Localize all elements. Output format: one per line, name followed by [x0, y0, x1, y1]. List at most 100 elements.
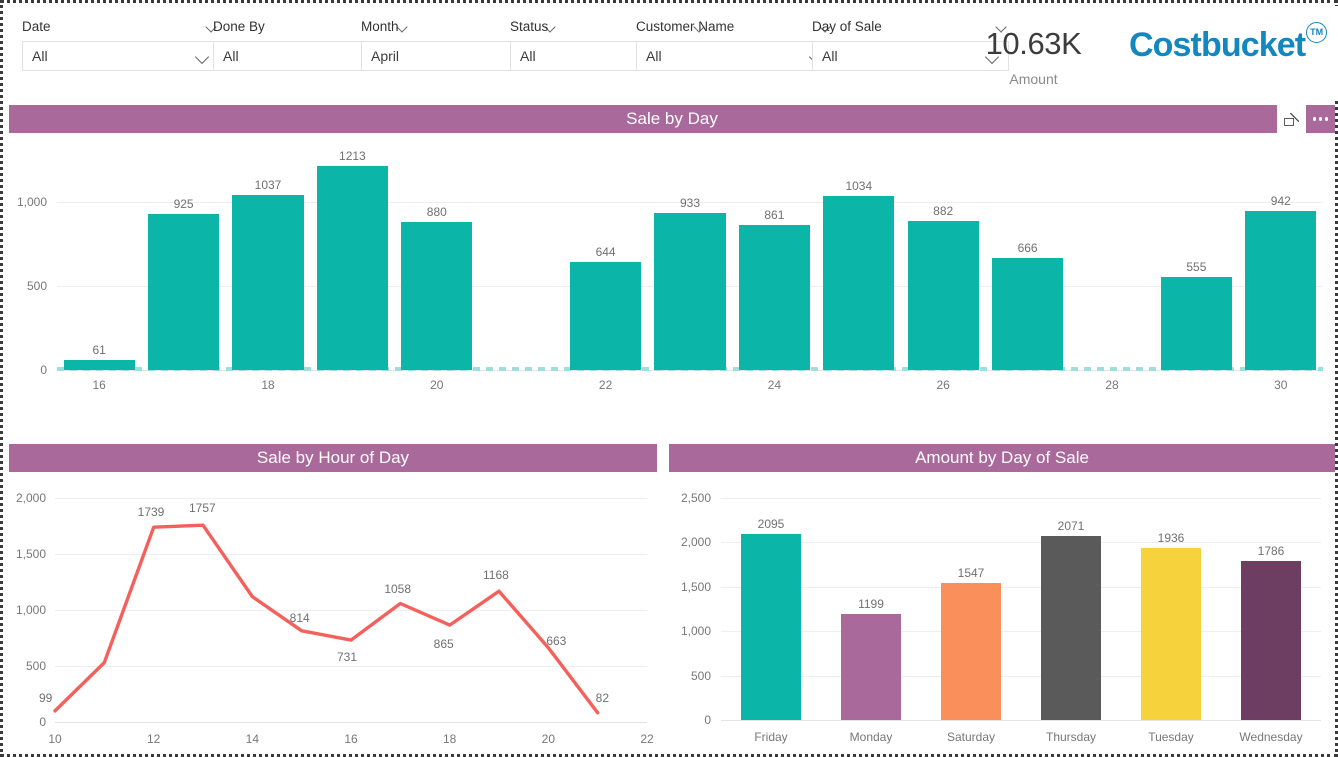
report-header: Date All Done By All Month April Status All …	[6, 6, 1338, 101]
slicer-customer-name[interactable]: Customer Name All	[636, 14, 833, 71]
logo-wordmark: Costbucket	[1129, 26, 1306, 64]
slicer-dropdown[interactable]: All	[22, 41, 219, 71]
x-axis-tick-label: 26	[936, 378, 950, 392]
bar-value-label: 925	[173, 197, 194, 212]
gridline	[721, 542, 1321, 544]
x-axis-tick-label: 24	[767, 378, 782, 392]
line-value-label: 814	[289, 610, 310, 625]
x-axis-tick-label: 16	[92, 378, 106, 392]
visual-title-text: Sale by Hour of Day	[256, 448, 410, 467]
bar-value-label: 882	[933, 204, 954, 219]
bar-saturday[interactable]	[941, 582, 1001, 720]
bar-thursday[interactable]	[1041, 536, 1101, 720]
plot-amount-by-day-of-sale: 0 500 1,000 1,500 2,000 2,500 2095 Friday 1199 Mo…	[669, 472, 1335, 754]
bar-tuesday[interactable]	[1141, 548, 1201, 720]
line-value-label: 731	[337, 650, 358, 665]
bar-value-label: 933	[679, 195, 701, 210]
y-axis-tick-label: 0	[704, 713, 711, 727]
line-value-label: 1757	[189, 501, 216, 516]
x-axis-tick-label: 12	[146, 732, 161, 746]
bar-monday[interactable]	[841, 613, 901, 720]
bar-friday[interactable]	[741, 533, 801, 720]
bar-day-26[interactable]	[907, 221, 979, 370]
slicer-dropdown[interactable]: All	[636, 41, 833, 71]
bar-value-label: 1213	[339, 148, 366, 163]
bar-day-23[interactable]	[654, 212, 726, 370]
visual-amount-by-day-of-sale: Amount by Day of Sale 0 500 1,000 1,500 2,00…	[669, 444, 1335, 754]
bar-value-label: 61	[92, 342, 106, 357]
line-value-label: 663	[546, 633, 567, 648]
x-axis-tick-label: 10	[48, 732, 62, 746]
bar-value-label: 1936	[1157, 531, 1185, 546]
report-page: Date All Done By All Month April Status All …	[0, 0, 1338, 757]
bar-day-27[interactable]	[991, 257, 1064, 370]
visual-sale-by-day: Sale by Day 0 500 1,000 61 925 1037 1213 880 644…	[9, 105, 1335, 400]
x-axis-tick-label: Tuesday	[1148, 730, 1194, 744]
slicer-date[interactable]: Date All	[22, 14, 219, 71]
bar-value-label: 942	[1270, 194, 1291, 209]
bar-value-label: 1034	[845, 178, 873, 193]
gridline	[721, 498, 1321, 499]
bar-wednesday[interactable]	[1241, 561, 1301, 720]
y-axis-tick-label: 1,000	[16, 194, 47, 209]
bar-day-29[interactable]	[1160, 276, 1233, 370]
gridline	[721, 675, 1321, 677]
x-axis-tick-label: 22	[598, 378, 613, 392]
bar-day-16[interactable]	[63, 359, 135, 370]
more-options-icon[interactable]	[1306, 105, 1335, 133]
x-axis-tick-label: Wednesday	[1239, 730, 1303, 744]
line-value-label: 1739	[137, 505, 165, 520]
x-axis-tick-label: 30	[1274, 378, 1288, 392]
slicer-selected-value: All	[32, 48, 48, 64]
bar-day-22[interactable]	[569, 261, 642, 370]
bar-value-label: 644	[595, 244, 616, 259]
x-axis-tick-label: 16	[344, 732, 358, 746]
x-axis-tick-label: Thursday	[1045, 730, 1097, 744]
slicer-field-name: Date	[22, 18, 51, 34]
x-axis-tick-label: Monday	[849, 730, 893, 744]
bar-value-label: 666	[1017, 240, 1038, 255]
costbucket-logo: Costbucket TM	[1129, 22, 1328, 64]
visual-title-text: Amount by Day of Sale	[915, 448, 1089, 467]
x-axis-tick-label: Friday	[754, 730, 788, 744]
bar-value-label: 2071	[1057, 519, 1085, 534]
line-value-label: 1168	[483, 568, 509, 583]
slicer-header[interactable]: Customer Name	[636, 14, 833, 38]
focus-mode-icon[interactable]	[1277, 105, 1306, 133]
kpi-label: Amount	[1009, 71, 1058, 87]
y-axis-tick-label: 2,000	[680, 535, 711, 550]
bar-day-25[interactable]	[823, 195, 895, 370]
bar-day-19[interactable]	[316, 165, 389, 370]
bar-value-label: 555	[1186, 259, 1207, 274]
x-axis-tick-label: 28	[1105, 378, 1119, 392]
slicer-header[interactable]: Date	[22, 14, 219, 38]
visual-header-actions	[1277, 105, 1335, 133]
bar-day-30[interactable]	[1245, 211, 1317, 370]
bar-day-24[interactable]	[738, 224, 811, 370]
line-value-label: 1058	[384, 581, 412, 596]
y-axis-tick-label: 1,000	[680, 624, 711, 639]
bar-day-20[interactable]	[401, 221, 473, 370]
kpi-value: 10.63K	[985, 26, 1082, 61]
bar-value-label: 1786	[1257, 544, 1285, 559]
x-axis-tick-label: 22	[640, 732, 654, 746]
bar-day-18[interactable]	[232, 195, 304, 370]
slicer-selected-value: All	[822, 48, 838, 64]
bar-day-17[interactable]	[147, 214, 220, 370]
slicer-field-name: Day of Sale	[812, 18, 882, 34]
gridline	[721, 631, 1321, 633]
line-value-label: 865	[433, 637, 454, 652]
trademark-icon: TM	[1306, 22, 1328, 43]
visual-title-bar-sale-by-day: Sale by Day	[9, 105, 1335, 133]
axis-line-x	[721, 720, 1321, 721]
chevron-down-icon[interactable]	[196, 50, 209, 63]
kpi-amount-card: 10.63K Amount	[971, 26, 1096, 87]
gridline	[721, 586, 1321, 588]
visual-title-text: Sale by Day	[626, 109, 718, 128]
y-axis-tick-label: 500	[26, 278, 47, 293]
bar-value-label: 861	[764, 207, 785, 222]
x-axis-tick-label: 18	[442, 732, 457, 746]
plot-sale-by-day: 0 500 1,000 61 925 1037 1213 880 644 933 861 1034 88…	[9, 133, 1335, 400]
x-axis-tick-label: 18	[261, 378, 275, 392]
line-value-label: 82	[595, 690, 610, 705]
